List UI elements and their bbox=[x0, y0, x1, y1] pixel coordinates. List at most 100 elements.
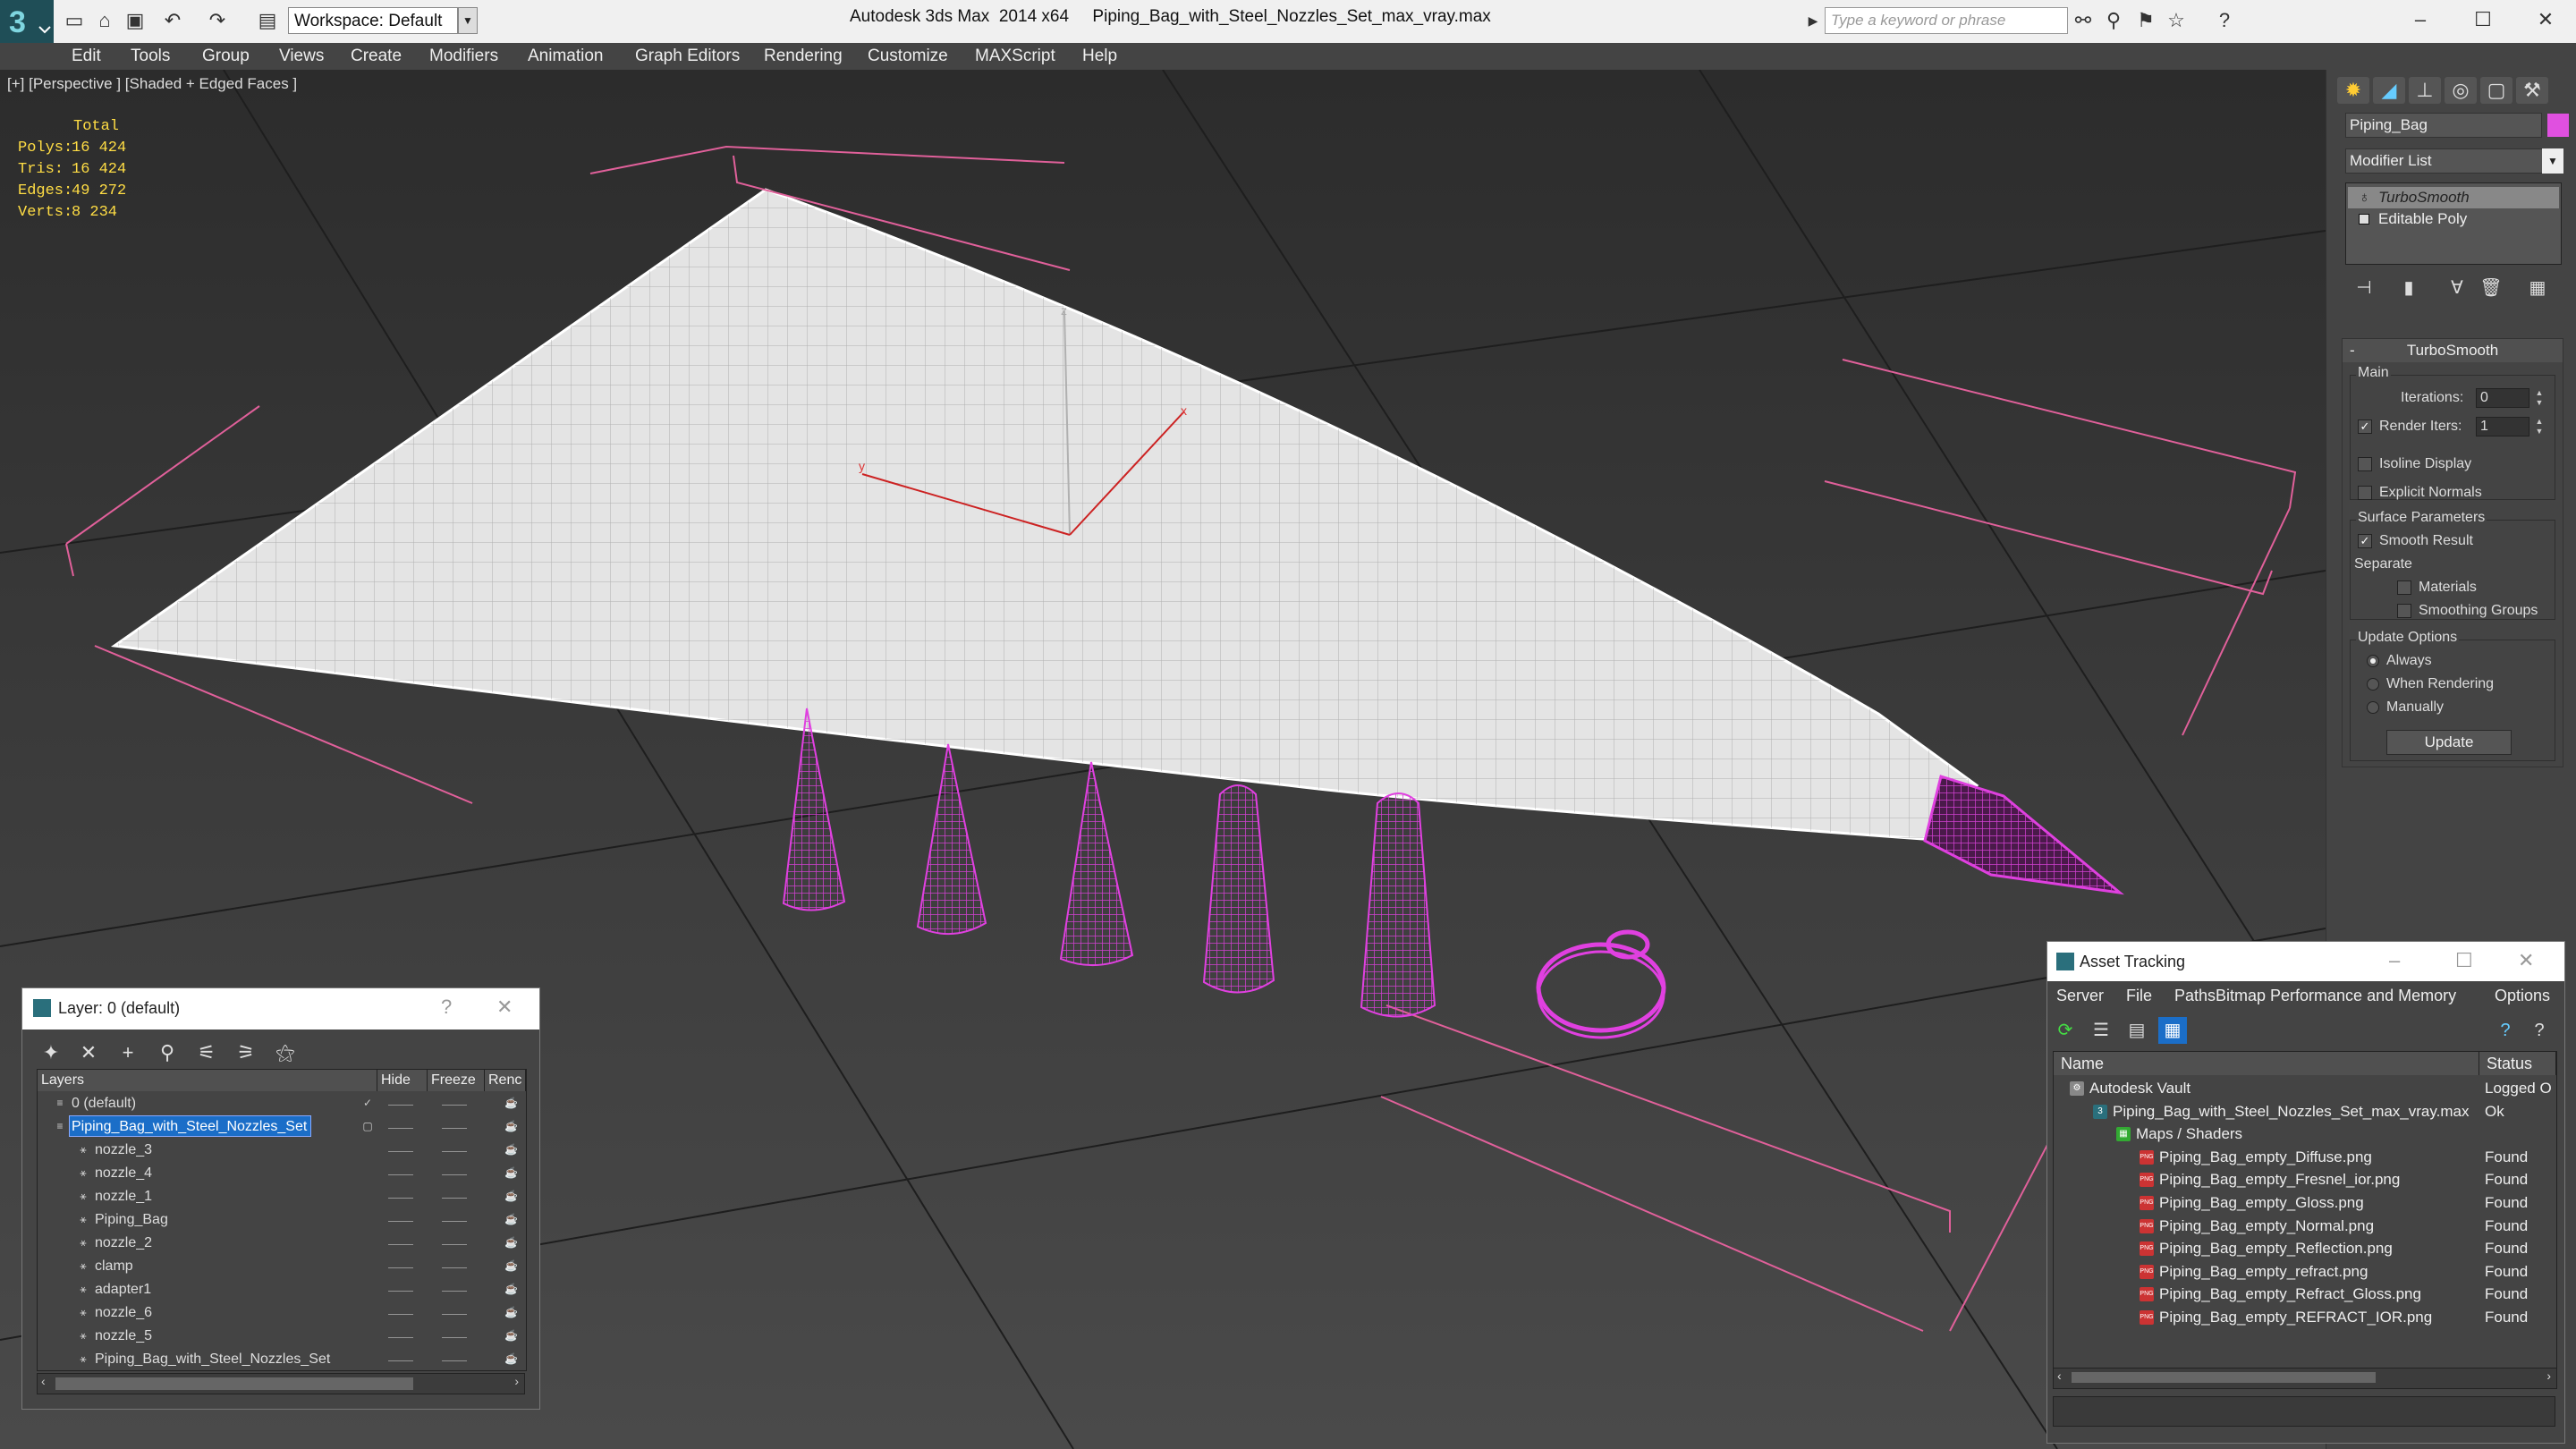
layer-row[interactable]: ⚹ nozzle_5 —— —— ☕ bbox=[38, 1326, 526, 1347]
detail-view-icon[interactable]: ▤ bbox=[2123, 1017, 2151, 1044]
create-tab-icon[interactable]: ✹ bbox=[2337, 77, 2369, 104]
column-hide[interactable]: Hide bbox=[377, 1070, 428, 1091]
render-teapot-icon[interactable]: ☕ bbox=[504, 1259, 518, 1272]
asset-row[interactable]: PNG Piping_Bag_empty_Normal.png Found bbox=[2054, 1215, 2556, 1238]
stack-item-editable-poly[interactable]: Editable Poly bbox=[2348, 208, 2559, 230]
layer-name[interactable]: Piping_Bag_with_Steel_Nozzles_Set bbox=[68, 1115, 312, 1137]
scroll-thumb[interactable] bbox=[55, 1377, 413, 1390]
freeze-toggle[interactable]: —— bbox=[442, 1209, 467, 1231]
scroll-left-icon[interactable]: ‹ bbox=[41, 1374, 46, 1388]
freeze-toggle[interactable]: —— bbox=[442, 1349, 467, 1370]
freeze-toggle[interactable]: —— bbox=[442, 1186, 467, 1208]
viewport-label[interactable]: [+] [Perspective ] [Shaded + Edged Faces… bbox=[7, 75, 297, 93]
layer-horizontal-scrollbar[interactable]: ‹ › bbox=[37, 1373, 525, 1394]
menu-help[interactable]: Help bbox=[1082, 47, 1117, 66]
open-file-icon[interactable]: ⌂ bbox=[93, 9, 116, 32]
layer-name[interactable]: nozzle_4 bbox=[93, 1163, 156, 1182]
asset-row[interactable]: PNG Piping_Bag_empty_Diffuse.png Found bbox=[2054, 1146, 2556, 1169]
hide-toggle[interactable]: —— bbox=[388, 1163, 413, 1184]
asset-row[interactable]: PNG Piping_Bag_empty_Gloss.png Found bbox=[2054, 1191, 2556, 1215]
asset-row[interactable]: PNG Piping_Bag_empty_REFRACT_IOR.png Found bbox=[2054, 1306, 2556, 1329]
hide-toggle[interactable]: —— bbox=[388, 1116, 413, 1138]
undo-icon[interactable]: ↶ bbox=[161, 9, 184, 32]
asset-row[interactable]: PNG Piping_Bag_empty_Refract_Gloss.png Fou… bbox=[2054, 1283, 2556, 1306]
asset-row[interactable]: ⚙ Autodesk Vault Logged O bbox=[2054, 1077, 2556, 1100]
add-to-layer-icon[interactable]: + bbox=[115, 1040, 140, 1065]
layer-row[interactable]: ⚹ nozzle_4 —— —— ☕ bbox=[38, 1163, 526, 1184]
menu-modifiers[interactable]: Modifiers bbox=[429, 47, 498, 66]
explicit-normals-checkbox[interactable]: Explicit Normals bbox=[2358, 485, 2482, 501]
materials-checkbox[interactable]: Materials bbox=[2397, 580, 2477, 596]
make-unique-icon[interactable]: ∀ bbox=[2442, 275, 2472, 301]
motion-tab-icon[interactable]: ◎ bbox=[2445, 77, 2477, 104]
menu-create[interactable]: Create bbox=[351, 47, 402, 66]
asset-menu-options[interactable]: Options bbox=[2495, 987, 2550, 1005]
utilities-tab-icon[interactable]: ⚒ bbox=[2516, 77, 2548, 104]
render-teapot-icon[interactable]: ☕ bbox=[504, 1166, 518, 1179]
render-teapot-icon[interactable]: ☕ bbox=[504, 1213, 518, 1225]
layer-name[interactable]: Piping_Bag_with_Steel_Nozzles_Set bbox=[93, 1349, 334, 1368]
display-tab-icon[interactable]: ▢ bbox=[2480, 77, 2512, 104]
pin-stack-icon[interactable]: ⊣ bbox=[2349, 275, 2379, 301]
project-folder-icon[interactable]: ▤ bbox=[256, 9, 279, 32]
hide-toggle[interactable]: —— bbox=[388, 1186, 413, 1208]
menu-graph-editors[interactable]: Graph Editors bbox=[635, 47, 740, 66]
scroll-thumb[interactable] bbox=[2072, 1372, 2376, 1383]
app-logo-button[interactable]: 3 bbox=[0, 0, 54, 43]
communication-center-icon[interactable]: ⚑ bbox=[2134, 9, 2157, 32]
column-name[interactable]: Name bbox=[2054, 1052, 2479, 1075]
hide-toggle[interactable]: —— bbox=[388, 1233, 413, 1254]
modifier-list-arrow-icon[interactable]: ▼ bbox=[2542, 148, 2563, 174]
spinner-arrows-icon[interactable]: ▲ ▼ bbox=[2533, 388, 2546, 408]
vault-help-icon[interactable]: ? bbox=[2525, 1017, 2554, 1044]
minimize-icon[interactable]: – bbox=[2402, 5, 2438, 34]
render-teapot-icon[interactable]: ☕ bbox=[504, 1352, 518, 1365]
menu-rendering[interactable]: Rendering bbox=[764, 47, 843, 66]
asset-row[interactable]: PNG Piping_Bag_empty_Fresnel_ior.png Found bbox=[2054, 1168, 2556, 1191]
column-layers[interactable]: Layers bbox=[38, 1070, 377, 1091]
iterations-spinner[interactable]: 0 bbox=[2476, 388, 2529, 408]
hide-toggle[interactable]: —— bbox=[388, 1256, 413, 1277]
favorites-star-icon[interactable]: ☆ bbox=[2165, 9, 2188, 32]
when-rendering-radio[interactable]: When Rendering bbox=[2367, 676, 2494, 692]
asset-horizontal-scrollbar[interactable]: ‹ › bbox=[2054, 1368, 2556, 1388]
layer-name[interactable]: Piping_Bag bbox=[93, 1209, 172, 1229]
set-active-layer-icon[interactable]: ▢ bbox=[361, 1120, 374, 1132]
highlight-layer-icon[interactable]: ⚟ bbox=[194, 1040, 219, 1065]
render-teapot-icon[interactable]: ☕ bbox=[504, 1236, 518, 1249]
hide-toggle[interactable]: —— bbox=[388, 1209, 413, 1231]
save-file-icon[interactable]: ▣ bbox=[123, 9, 147, 32]
render-teapot-icon[interactable]: ☕ bbox=[504, 1283, 518, 1295]
always-radio[interactable]: Always bbox=[2367, 653, 2432, 669]
freeze-all-layers-icon[interactable]: ⚝ bbox=[273, 1040, 298, 1065]
minimize-icon[interactable]: – bbox=[2389, 949, 2400, 972]
asset-menu-bitmap-performance[interactable]: Bitmap Performance and Memory bbox=[2216, 987, 2456, 1005]
menu-views[interactable]: Views bbox=[279, 47, 324, 66]
render-teapot-icon[interactable]: ☕ bbox=[504, 1143, 518, 1156]
smooth-result-checkbox[interactable]: ✓ Smooth Result bbox=[2358, 533, 2473, 549]
layer-name[interactable]: nozzle_6 bbox=[93, 1302, 156, 1322]
spinner-arrows-icon[interactable]: ▲ ▼ bbox=[2533, 417, 2546, 436]
hide-toggle[interactable]: —— bbox=[388, 1326, 413, 1347]
freeze-toggle[interactable]: —— bbox=[442, 1233, 467, 1254]
menu-animation[interactable]: Animation bbox=[528, 47, 604, 66]
layer-row[interactable]: ≡ 0 (default) —— —— ☕ ✓ bbox=[38, 1093, 526, 1114]
layer-dialog-titlebar[interactable]: Layer: 0 (default) ? ✕ bbox=[22, 988, 539, 1030]
layer-name[interactable]: nozzle_3 bbox=[93, 1140, 156, 1159]
close-window-icon[interactable]: ✕ bbox=[2528, 5, 2563, 34]
menu-tools[interactable]: Tools bbox=[131, 47, 170, 66]
render-iters-spinner[interactable]: 1 bbox=[2476, 417, 2529, 436]
close-icon[interactable]: ✕ bbox=[2518, 949, 2534, 972]
layer-row[interactable]: ⚹ clamp —— —— ☕ bbox=[38, 1256, 526, 1277]
render-teapot-icon[interactable]: ☕ bbox=[504, 1120, 518, 1132]
modify-tab-icon[interactable]: ◢ bbox=[2373, 77, 2405, 104]
hide-toggle[interactable]: —— bbox=[388, 1349, 413, 1370]
layer-row[interactable]: ⚹ nozzle_2 —— —— ☕ bbox=[38, 1233, 526, 1254]
asset-dialog-titlebar[interactable]: Asset Tracking – ☐ ✕ bbox=[2047, 942, 2564, 981]
workspace-dropdown[interactable]: Workspace: Default bbox=[288, 7, 458, 34]
freeze-toggle[interactable]: —— bbox=[442, 1116, 467, 1138]
create-layer-icon[interactable]: ✦ bbox=[38, 1040, 64, 1065]
asset-menu-server[interactable]: Server bbox=[2056, 987, 2104, 1005]
remove-modifier-icon[interactable]: 🗑 bbox=[2476, 275, 2506, 301]
smoothing-groups-checkbox[interactable]: Smoothing Groups bbox=[2397, 603, 2538, 619]
